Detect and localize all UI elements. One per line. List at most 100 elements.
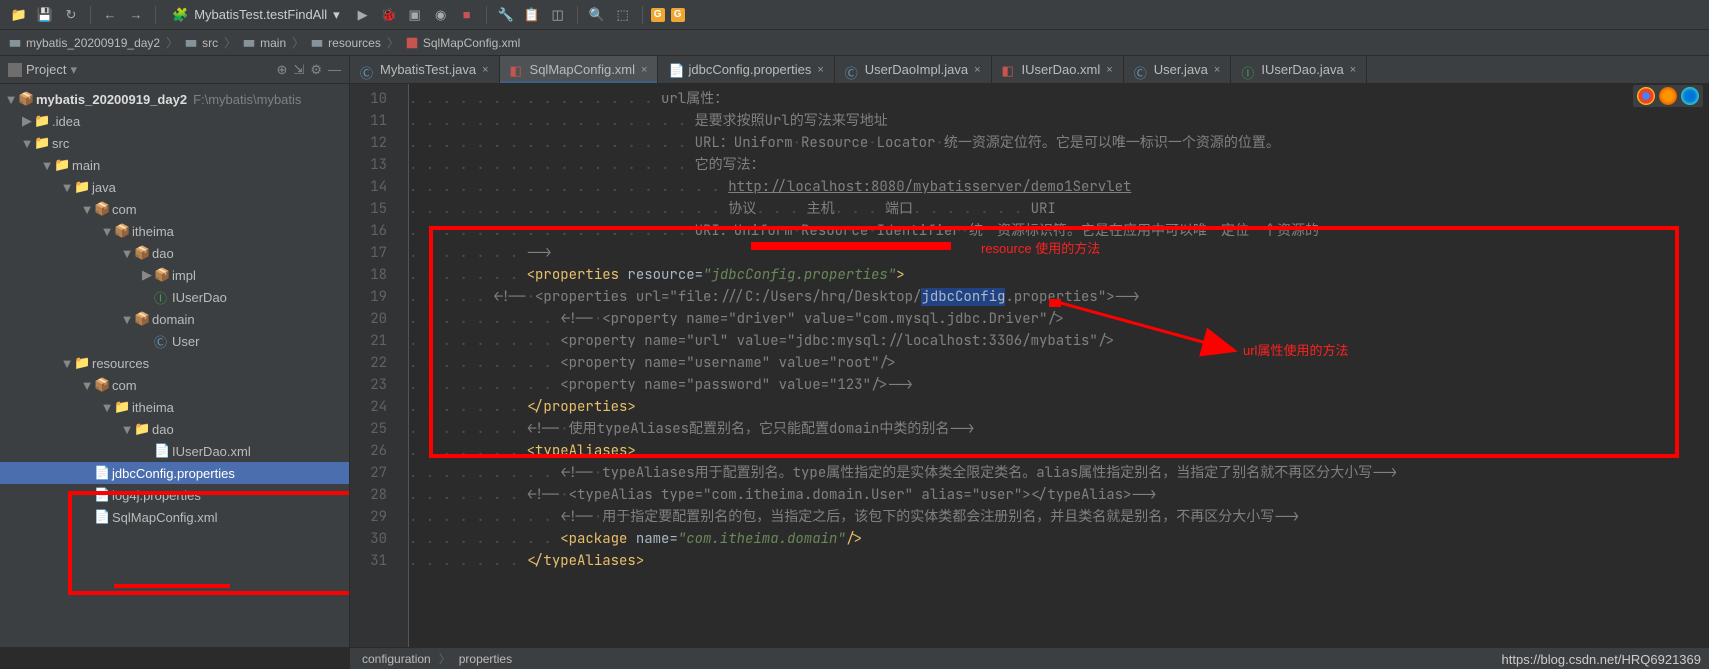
tree-idea[interactable]: ▶📁.idea (0, 110, 349, 132)
java-interface-icon: Ⓘ (1241, 63, 1255, 77)
close-icon[interactable]: × (974, 64, 980, 76)
clipboard-icon[interactable]: 📋 (521, 4, 543, 26)
code-editor[interactable]: 1011121314151617181920212223242526272829… (350, 84, 1709, 647)
chevron-down-icon: ▾ (333, 7, 340, 23)
tree-user[interactable]: ⒸUser (0, 330, 349, 352)
chevron-right-icon: 〉 (224, 34, 236, 51)
redo-button[interactable]: → (125, 4, 147, 26)
java-class-icon: Ⓒ (1134, 63, 1148, 77)
g-sql-icon2[interactable]: G (671, 8, 685, 22)
chevron-right-icon: 〉 (387, 34, 399, 51)
close-icon[interactable]: × (1350, 64, 1356, 76)
breadcrumb-root[interactable]: mybatis_20200919_day2 (8, 36, 160, 50)
tree-iuserdao[interactable]: ⒾIUserDao (0, 286, 349, 308)
collapse-all-icon[interactable]: ⇲ (293, 62, 304, 78)
annotation-bar-1 (751, 242, 951, 250)
annotation-bar-2 (1049, 299, 1061, 307)
project-title: Project (26, 62, 66, 77)
firefox-icon[interactable] (1659, 87, 1677, 105)
annotation-label-url: url属性使用的方法 (1243, 340, 1348, 359)
navigation-breadcrumb: mybatis_20200919_day2 〉 src 〉 main 〉 res… (0, 30, 1709, 56)
profile-button[interactable]: ◉ (430, 4, 452, 26)
undo-button[interactable]: ← (99, 4, 121, 26)
annotation-label-resource: resource 使用的方法 (981, 238, 1100, 257)
chrome-icon[interactable] (1637, 87, 1655, 105)
tab-user[interactable]: ⒸUser.java× (1124, 56, 1232, 83)
tree-dao2[interactable]: ▼📁dao (0, 418, 349, 440)
tab-iuserdao-java[interactable]: ⒾIUserDao.java× (1231, 56, 1367, 83)
tree-itheima2[interactable]: ▼📁itheima (0, 396, 349, 418)
wrench-icon[interactable]: 🔧 (495, 4, 517, 26)
code-content[interactable]: . . . . . . . . . . . . . . . url属性： . .… (409, 84, 1709, 647)
tree-domain[interactable]: ▼📦domain (0, 308, 349, 330)
fold-margin[interactable] (395, 84, 409, 647)
tree-com[interactable]: ▼📦com (0, 198, 349, 220)
annotation-underline-tree (114, 584, 230, 588)
breadcrumb-main[interactable]: main (242, 36, 286, 50)
folder-icon (242, 37, 256, 49)
chevron-down-icon: ▾ (70, 62, 77, 78)
tree-java[interactable]: ▼📁java (0, 176, 349, 198)
breadcrumb-properties[interactable]: properties (459, 652, 512, 666)
search-icon[interactable]: 🔍 (586, 4, 608, 26)
tab-mybatistest[interactable]: ⒸMybatisTest.java× (350, 56, 500, 83)
tree-root[interactable]: ▼📦 mybatis_20200919_day2 F:\mybatis\myba… (0, 88, 349, 110)
breadcrumb-file[interactable]: SqlMapConfig.xml (405, 36, 520, 50)
g-sql-icon1[interactable]: G (651, 8, 665, 22)
tab-userdaoimpl[interactable]: ⒸUserDaoImpl.java× (835, 56, 992, 83)
breadcrumb-resources[interactable]: resources (310, 36, 381, 50)
breadcrumb-configuration[interactable]: configuration (362, 652, 431, 666)
run-button[interactable]: ▶ (352, 4, 374, 26)
chevron-right-icon: 〉 (166, 34, 178, 51)
xml-file-icon (405, 37, 419, 49)
select-opened-icon[interactable]: ⊕ (277, 62, 288, 78)
tree-dao[interactable]: ▼📦dao (0, 242, 349, 264)
save-all-button[interactable]: 💾 (34, 4, 56, 26)
folder-icon (8, 37, 22, 49)
tree-jdbcconfig[interactable]: 📄jdbcConfig.properties (0, 462, 349, 484)
sync-button[interactable]: ↻ (60, 4, 82, 26)
coverage-button[interactable]: ▣ (404, 4, 426, 26)
stop-button[interactable]: ■ (456, 4, 478, 26)
tree-resources[interactable]: ▼📁resources (0, 352, 349, 374)
xml-file-icon: ◧ (1002, 63, 1016, 77)
close-icon[interactable]: × (641, 64, 647, 76)
tab-sqlmapconfig[interactable]: ◧SqlMapConfig.xml× (500, 56, 659, 83)
hide-icon[interactable]: — (328, 62, 341, 77)
project-tool-window: Project ▾ ⊕ ⇲ ⚙ — ▼📦 mybatis_20200919_da… (0, 56, 350, 647)
folder-icon (310, 37, 324, 49)
open-file-button[interactable]: 📁 (8, 4, 30, 26)
tree-main[interactable]: ▼📁main (0, 154, 349, 176)
watermark: https://blog.csdn.net/HRQ6921369 (1502, 652, 1701, 667)
close-icon[interactable]: × (817, 64, 823, 76)
structure-icon[interactable]: ⬚ (612, 4, 634, 26)
chevron-right-icon: 〉 (439, 650, 451, 667)
edge-icon[interactable] (1681, 87, 1699, 105)
tab-jdbcconfig[interactable]: 📄jdbcConfig.properties× (658, 56, 834, 83)
tree-src[interactable]: ▼📁src (0, 132, 349, 154)
run-config-label: MybatisTest.testFindAll (194, 7, 327, 22)
tree-itheima[interactable]: ▼📦itheima (0, 220, 349, 242)
tree-sqlmapconfig[interactable]: 📄SqlMapConfig.xml (0, 506, 349, 528)
xml-file-icon: ◧ (510, 63, 524, 77)
open-in-browser-toolbar (1633, 85, 1703, 107)
main-toolbar: 📁 💾 ↻ ← → 🧩 MybatisTest.testFindAll ▾ ▶ … (0, 0, 1709, 30)
run-config-dropdown[interactable]: 🧩 MybatisTest.testFindAll ▾ (164, 5, 348, 25)
tree-iuserdao-xml[interactable]: 📄IUserDao.xml (0, 440, 349, 462)
close-icon[interactable]: × (1106, 64, 1112, 76)
gear-icon[interactable]: ⚙ (310, 62, 322, 78)
run-config-icon: 🧩 (172, 7, 188, 23)
window-icon[interactable]: ◫ (547, 4, 569, 26)
tree-impl[interactable]: ▶📦impl (0, 264, 349, 286)
close-icon[interactable]: × (482, 64, 488, 76)
line-gutter: 1011121314151617181920212223242526272829… (350, 84, 395, 647)
breadcrumb-src[interactable]: src (184, 36, 218, 50)
project-tree[interactable]: ▼📦 mybatis_20200919_day2 F:\mybatis\myba… (0, 84, 349, 647)
close-icon[interactable]: × (1214, 64, 1220, 76)
folder-icon (184, 37, 198, 49)
tab-iuserdao-xml[interactable]: ◧IUserDao.xml× (992, 56, 1124, 83)
debug-button[interactable]: 🐞 (378, 4, 400, 26)
java-class-icon: Ⓒ (845, 63, 859, 77)
tree-log4j[interactable]: 📄log4j.properties (0, 484, 349, 506)
tree-com2[interactable]: ▼📦com (0, 374, 349, 396)
